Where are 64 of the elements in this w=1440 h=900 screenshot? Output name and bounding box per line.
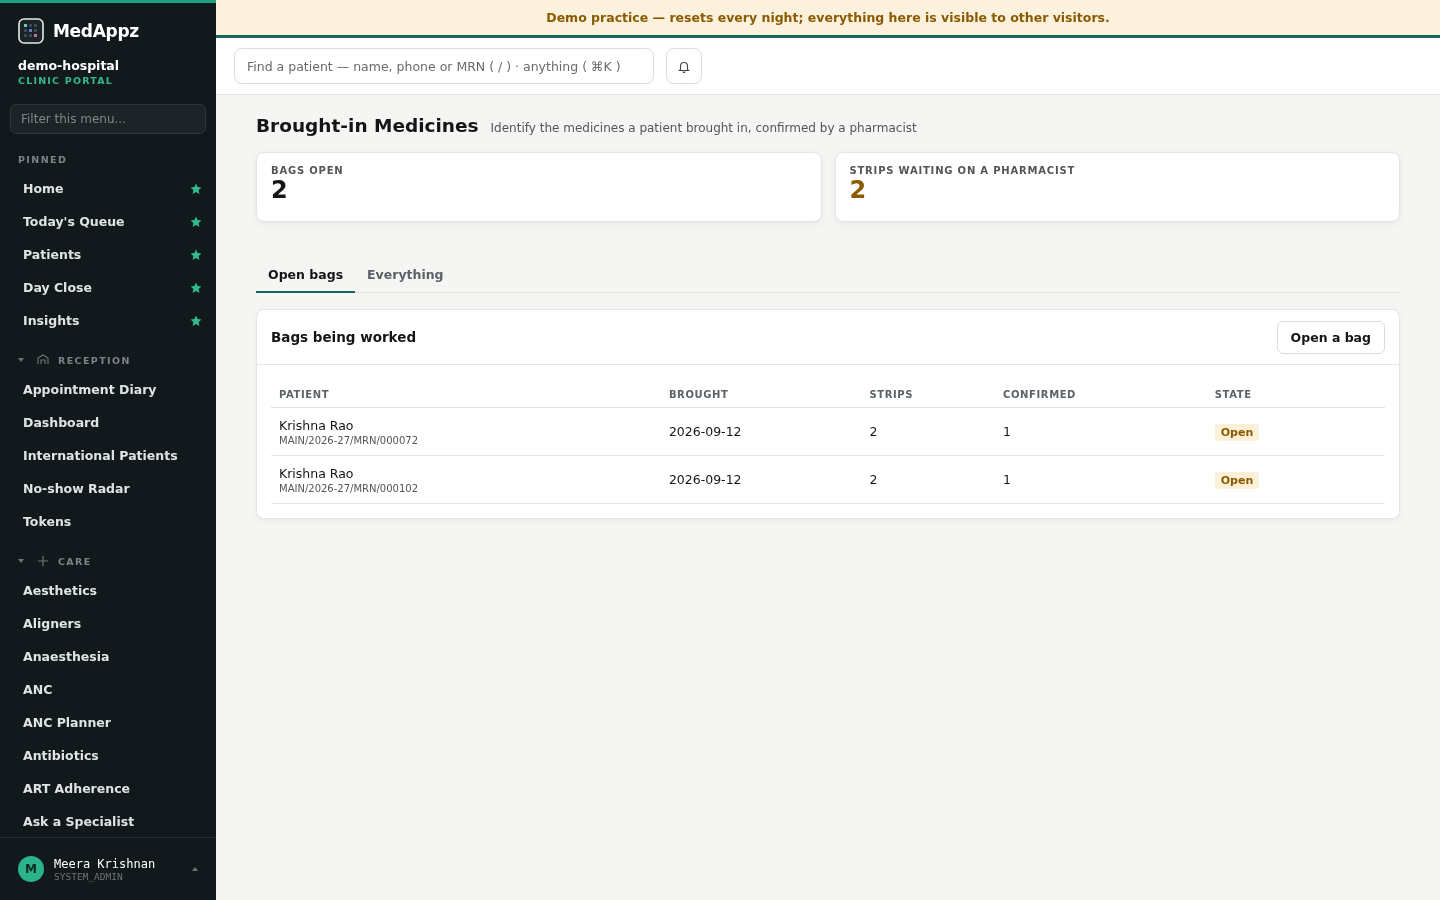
search-field[interactable]: Find a patient — name, phone or MRN ( / ) · anything ( ⌘K ) bbox=[234, 48, 654, 84]
menu-item[interactable]: Today's Queue bbox=[0, 205, 216, 238]
table-cell: 2 bbox=[869, 472, 878, 487]
notifications-button[interactable] bbox=[666, 48, 702, 84]
brand-name: MedAppz bbox=[53, 21, 139, 41]
menu-item[interactable]: Dashboard bbox=[0, 406, 216, 439]
patient-mrn: MAIN/2026-27/MRN/000102 bbox=[279, 482, 420, 494]
section-heading: CARE bbox=[58, 555, 92, 567]
menu-item[interactable]: International Patients bbox=[0, 439, 216, 472]
demo-banner: Demo practice — resets every night; everything here is visible to other visitors. bbox=[216, 0, 1440, 38]
avatar: M bbox=[18, 856, 44, 882]
user-role: SYSTEM_ADMIN bbox=[54, 870, 124, 882]
menu-item[interactable]: Aesthetics bbox=[0, 574, 216, 607]
tab[interactable]: Everything bbox=[355, 258, 456, 293]
menu-item[interactable]: Appointment Diary bbox=[0, 373, 216, 406]
menu-item[interactable]: Tokens bbox=[0, 505, 216, 538]
menu-item[interactable]: Day Close bbox=[0, 271, 216, 304]
stat-label: STRIPS WAITING ON A PHARMACIST bbox=[849, 165, 1077, 176]
patient-mrn: MAIN/2026-27/MRN/000072 bbox=[279, 434, 420, 446]
user-card[interactable]: M Meera Krishnan SYSTEM_ADMIN bbox=[0, 837, 216, 900]
user-name: Meera Krishnan bbox=[54, 856, 157, 871]
state-badge: Open bbox=[1214, 472, 1260, 489]
menu-item[interactable]: Antibiotics bbox=[0, 739, 216, 772]
tab[interactable]: Open bags bbox=[256, 258, 356, 293]
patient-name: Krishna Rao bbox=[279, 417, 355, 433]
panel-title: Bags being worked bbox=[271, 329, 417, 345]
organization-name: demo-hospital bbox=[17, 57, 121, 73]
menu-item[interactable]: Patients bbox=[0, 238, 216, 271]
menu-item[interactable]: ART Adherence bbox=[0, 772, 216, 805]
menu-item[interactable]: ANC Planner bbox=[0, 706, 216, 739]
column-header: PATIENT bbox=[271, 381, 661, 408]
open-bag-button[interactable]: Open a bag bbox=[1276, 320, 1385, 354]
table-cell: 2026-09-12 bbox=[668, 472, 742, 487]
stat-value: 2 bbox=[271, 176, 289, 204]
section-heading: RECEPTION bbox=[58, 354, 131, 366]
menu-item[interactable]: ANC bbox=[0, 673, 216, 706]
section-heading: PINNED bbox=[18, 153, 68, 165]
menu-item[interactable]: Home bbox=[0, 172, 216, 205]
menu-item[interactable]: Aligners bbox=[0, 607, 216, 640]
table-cell: 2 bbox=[869, 424, 878, 439]
home-icon bbox=[36, 353, 50, 367]
column-header: CONFIRMED bbox=[995, 381, 1207, 408]
menu-item[interactable]: Insights bbox=[0, 304, 216, 337]
table-cell: 1 bbox=[1003, 472, 1012, 487]
portal-label: CLINIC PORTAL bbox=[17, 74, 114, 86]
bell-icon bbox=[678, 59, 690, 73]
menu-item[interactable]: No-show Radar bbox=[0, 472, 216, 505]
page-title: Brought-in Medicines bbox=[256, 115, 479, 136]
filter-field[interactable]: Filter this menu... bbox=[10, 104, 206, 134]
column-header: BROUGHT bbox=[660, 381, 862, 408]
caret-icon bbox=[192, 866, 198, 872]
table-cell: 1 bbox=[1003, 424, 1012, 439]
menu-item[interactable]: Anaesthesia bbox=[0, 640, 216, 673]
logo-icon bbox=[18, 18, 44, 44]
table-cell: 2026-09-12 bbox=[668, 424, 742, 439]
menu-item[interactable]: Ask a Specialist bbox=[0, 805, 216, 837]
column-header: STRIPS bbox=[861, 381, 996, 408]
stat-label: BAGS OPEN bbox=[271, 165, 345, 176]
plus-icon bbox=[36, 554, 50, 568]
state-badge: Open bbox=[1214, 424, 1260, 441]
patient-name: Krishna Rao bbox=[279, 465, 355, 481]
stat-value: 2 bbox=[849, 176, 868, 204]
column-header: STATE bbox=[1206, 381, 1385, 408]
page-subtitle: Identify the medicines a patient brought in, confirmed by a pharmacist bbox=[490, 121, 917, 135]
